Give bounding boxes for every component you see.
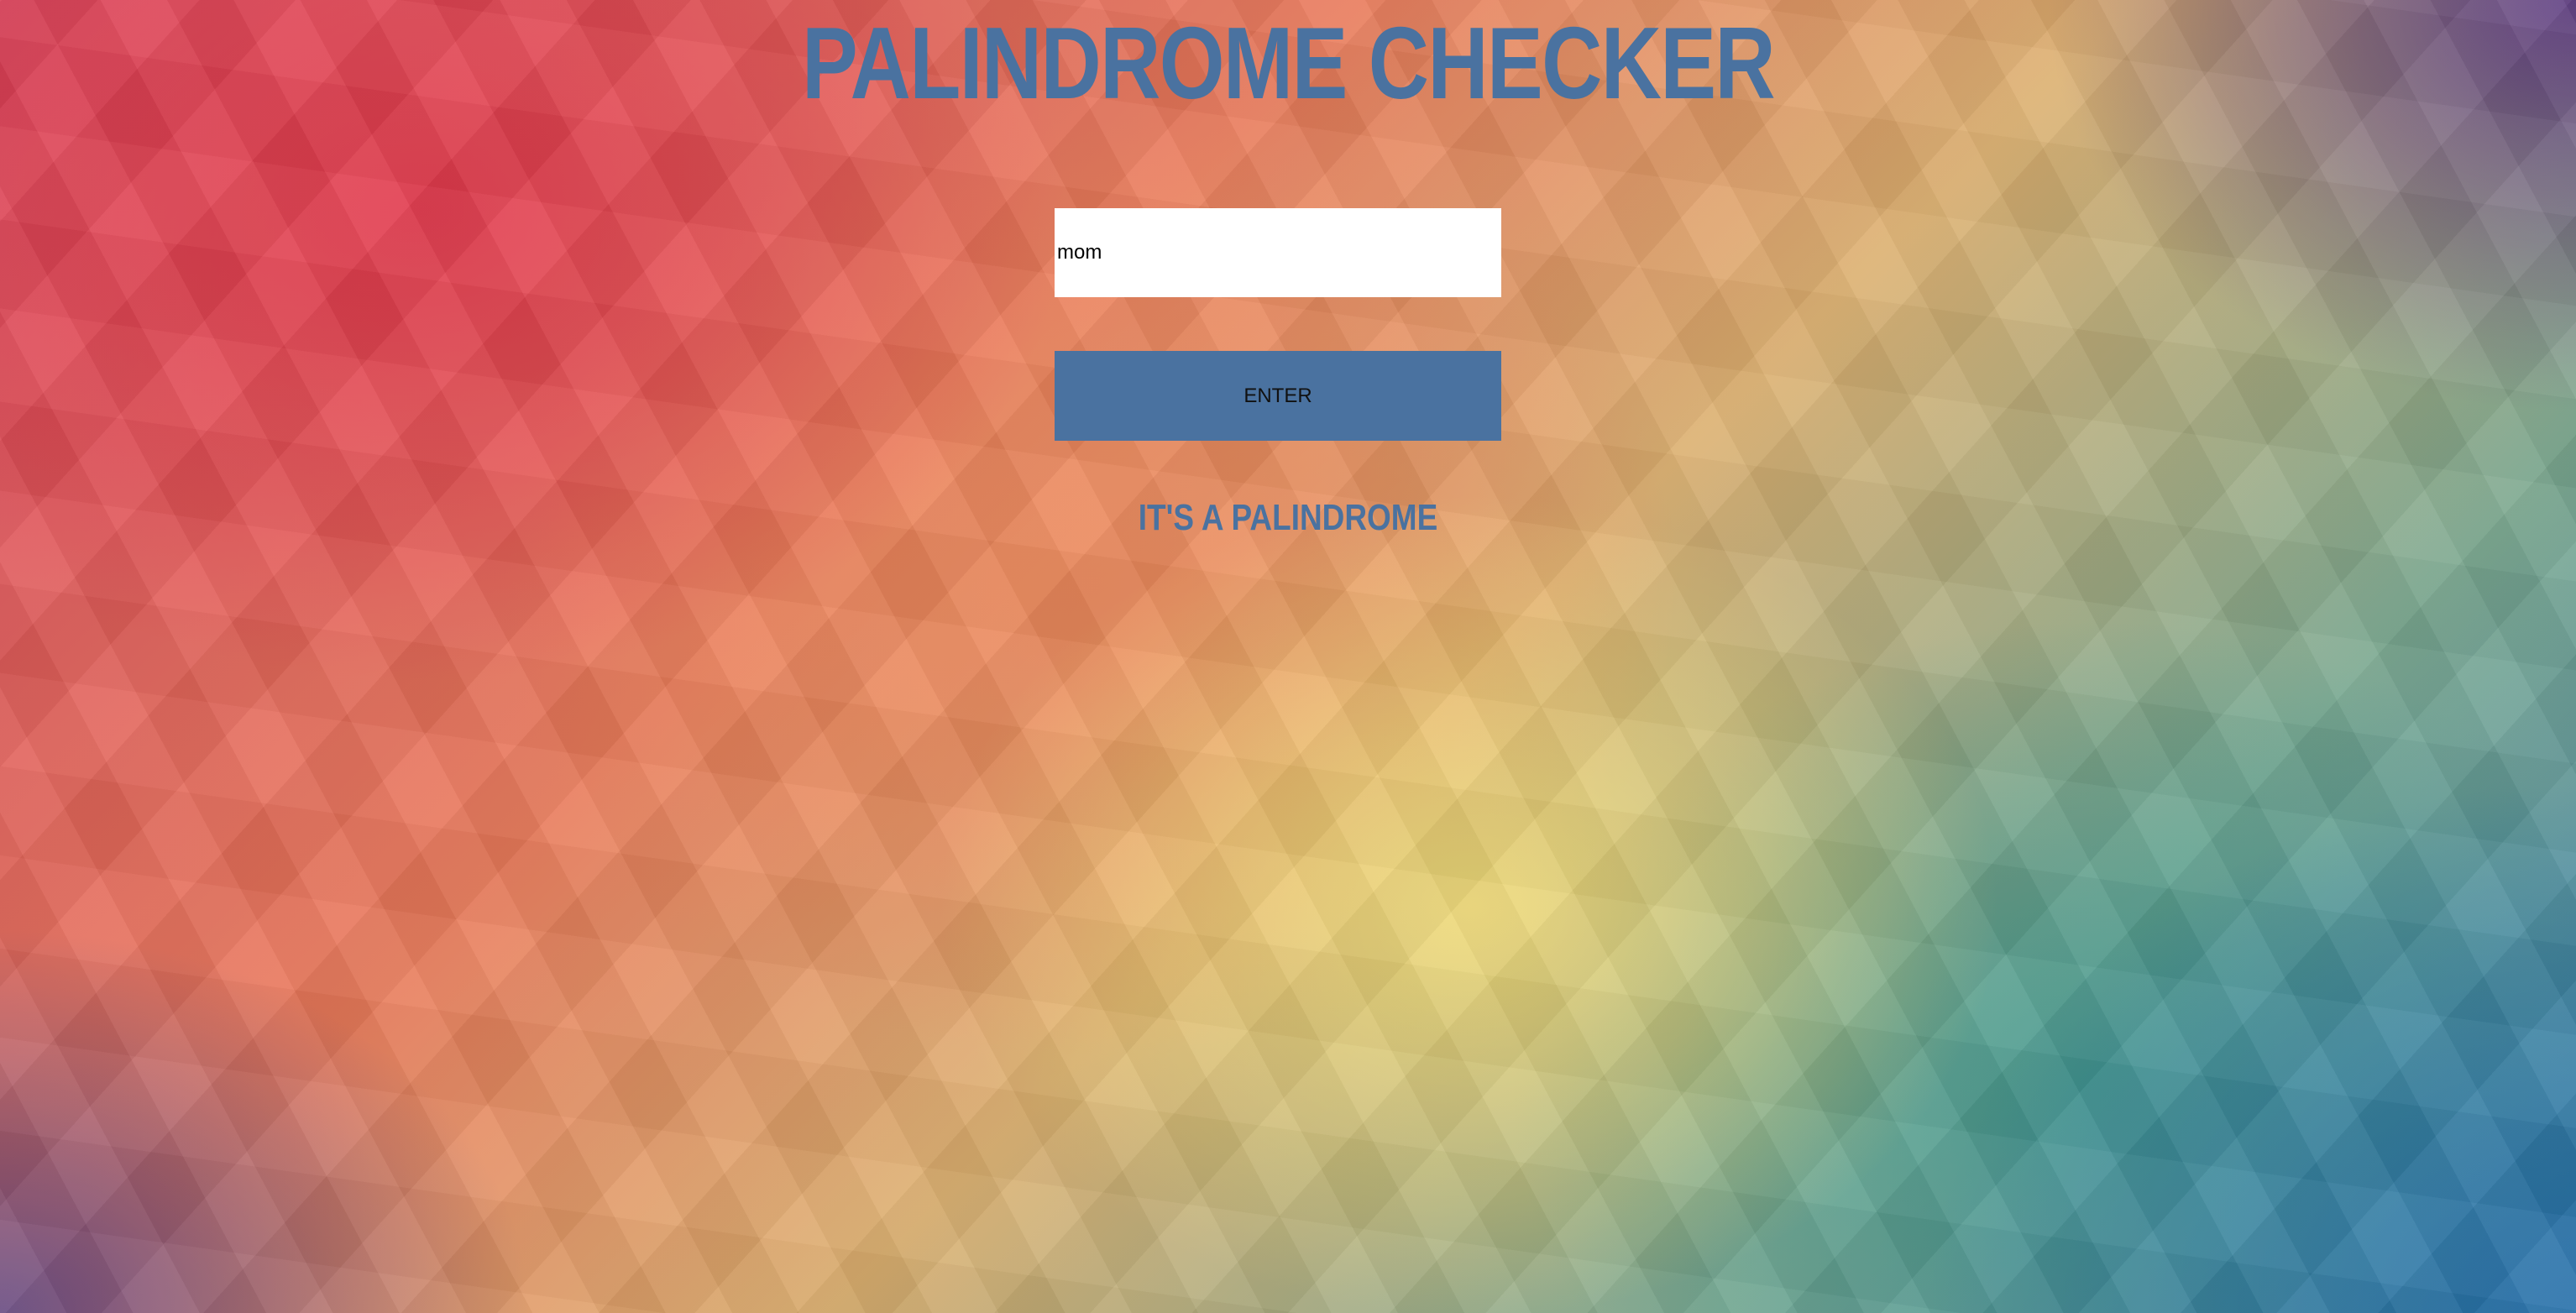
background-pattern bbox=[0, 0, 2576, 1313]
result-message: IT'S A PALINDROME bbox=[1138, 497, 1438, 538]
enter-button[interactable]: ENTER bbox=[1055, 351, 1501, 441]
word-input[interactable] bbox=[1055, 208, 1501, 297]
page-title: PALINDROME CHECKER bbox=[801, 6, 1776, 120]
